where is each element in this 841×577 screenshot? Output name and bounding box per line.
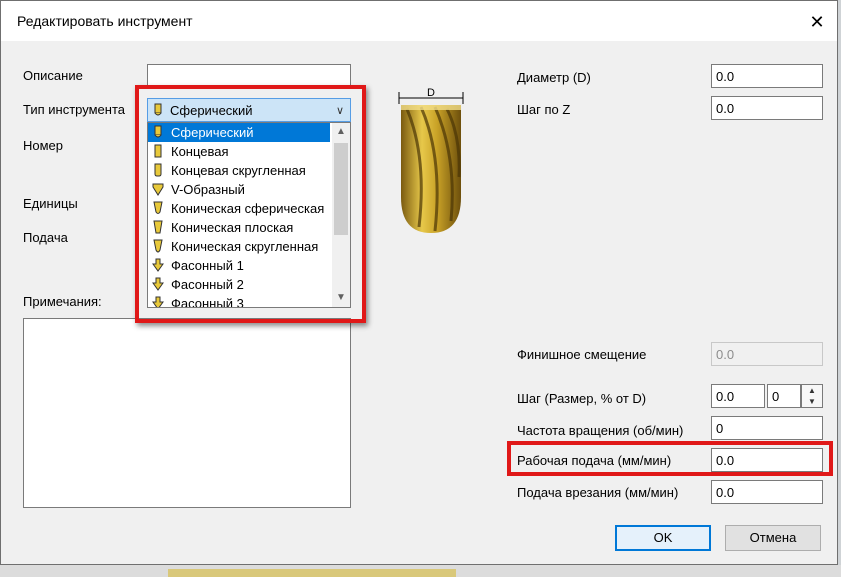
stepover-label: Шаг (Размер, % от D) <box>517 391 647 406</box>
finish-offset-input <box>711 342 823 366</box>
notes-textarea[interactable] <box>23 318 351 508</box>
diameter-label: Диаметр (D) <box>517 70 591 85</box>
plunge-input[interactable] <box>711 480 823 504</box>
background-window-strip <box>168 569 456 577</box>
highlight-box-feedrate <box>507 441 833 476</box>
stepz-label: Шаг по Z <box>517 102 571 117</box>
stepover-spinner[interactable]: ▲ ▼ <box>801 384 823 408</box>
spin-down-icon[interactable]: ▼ <box>802 396 822 407</box>
window-title: Редактировать инструмент <box>17 13 193 29</box>
tool-preview-image: D <box>397 87 469 240</box>
diameter-input[interactable] <box>711 64 823 88</box>
edit-tool-dialog: Редактировать инструмент ✕ Описание Тип … <box>0 0 838 565</box>
spindle-label: Частота вращения (об/мин) <box>517 423 684 438</box>
ok-button[interactable]: OK <box>615 525 711 551</box>
stepz-input[interactable] <box>711 96 823 120</box>
description-label: Описание <box>23 68 83 83</box>
cancel-button[interactable]: Отмена <box>725 525 821 551</box>
spin-up-icon[interactable]: ▲ <box>802 385 822 396</box>
stepover-percent-input[interactable] <box>767 384 801 408</box>
feed-label: Подача <box>23 230 68 245</box>
diameter-dimension-label: D <box>427 87 435 99</box>
stepover-input[interactable] <box>711 384 765 408</box>
spindle-input[interactable] <box>711 416 823 440</box>
tool-type-label: Тип инструмента <box>23 102 126 117</box>
title-bar: Редактировать инструмент ✕ <box>1 1 837 41</box>
highlight-box-tool-type <box>135 85 366 323</box>
finish-offset-label: Финишное смещение <box>517 347 647 362</box>
notes-label: Примечания: <box>23 294 102 309</box>
close-icon[interactable]: ✕ <box>803 9 831 35</box>
plunge-label: Подача врезания (мм/мин) <box>517 485 679 500</box>
units-label: Единицы <box>23 196 78 211</box>
number-label: Номер <box>23 138 64 153</box>
